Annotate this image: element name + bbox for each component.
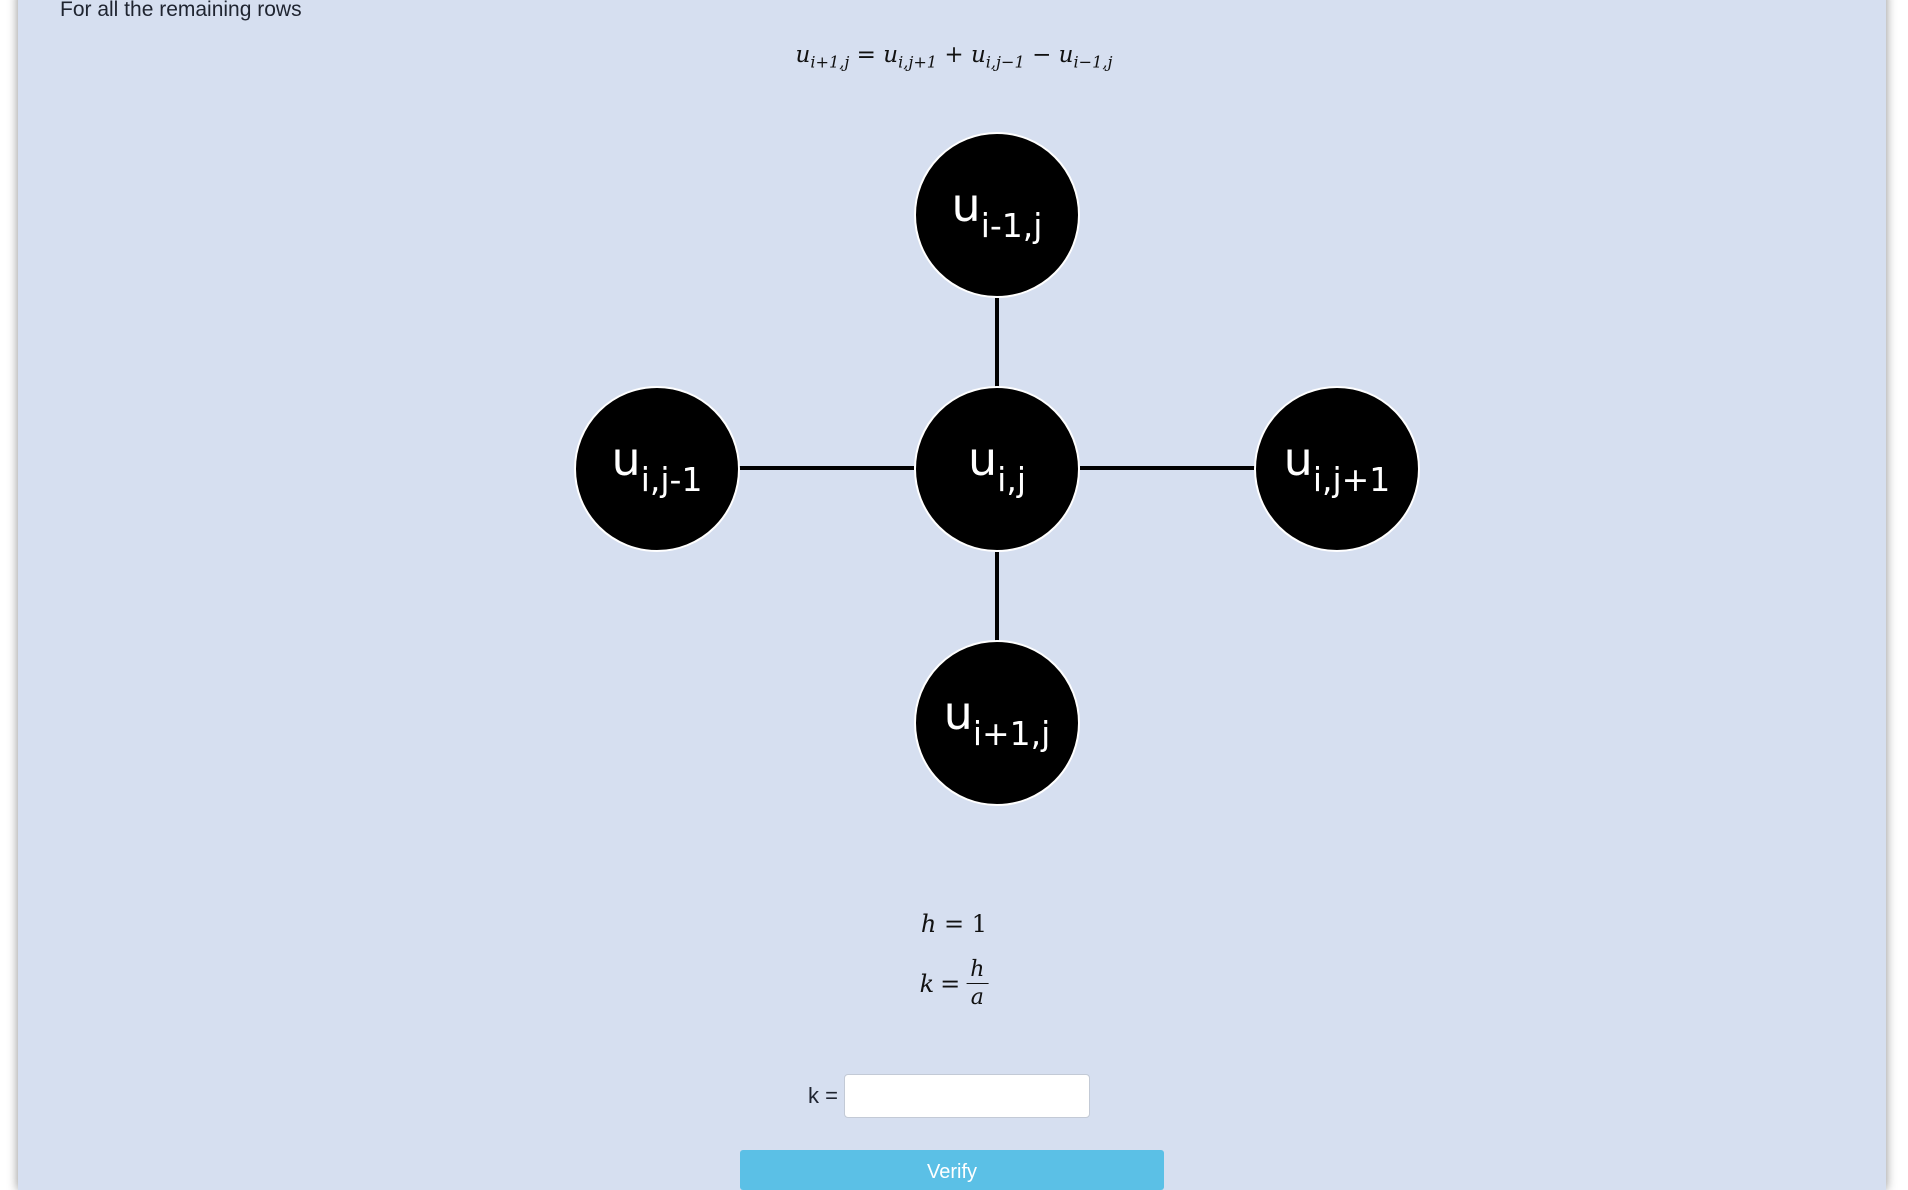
node-right-base: u <box>1283 432 1313 486</box>
node-top-sub: i-1,j <box>980 205 1043 245</box>
node-right: u i,j+1 <box>1254 386 1420 552</box>
k-equals: = <box>940 969 961 998</box>
k-numerator: h <box>966 958 989 985</box>
node-center-base: u <box>968 432 998 486</box>
k-fraction: h a <box>966 958 989 1011</box>
node-left: u i,j-1 <box>574 386 740 552</box>
node-bottom-base: u <box>943 686 973 740</box>
h-value: 1 <box>971 910 988 938</box>
node-left-base: u <box>611 432 641 486</box>
node-right-sub: i,j+1 <box>1312 459 1391 499</box>
node-top: u i-1,j <box>914 132 1080 298</box>
node-left-sub: i,j-1 <box>640 459 703 499</box>
k-var: k <box>919 969 935 998</box>
node-top-base: u <box>951 178 981 232</box>
connector-top <box>995 298 999 388</box>
connector-left <box>738 466 914 470</box>
connector-bottom <box>995 552 999 642</box>
k-denominator: a <box>970 985 984 1011</box>
connector-right <box>1080 466 1256 470</box>
node-bottom-sub: i+1,j <box>972 713 1051 753</box>
node-center: u i,j <box>914 386 1080 552</box>
k-input[interactable] <box>843 1074 1090 1118</box>
k-answer-row: k = <box>808 1074 1090 1118</box>
verify-button[interactable]: Verify <box>740 1150 1164 1190</box>
h-equation: h = 1 <box>921 910 987 938</box>
node-bottom: u i+1,j <box>914 640 1080 806</box>
h-var: h <box>920 910 937 938</box>
h-equals: = <box>944 910 965 938</box>
node-center-sub: i,j <box>997 459 1026 499</box>
k-equation: k = h a <box>920 958 989 1009</box>
k-field-label: k = <box>808 1083 838 1108</box>
